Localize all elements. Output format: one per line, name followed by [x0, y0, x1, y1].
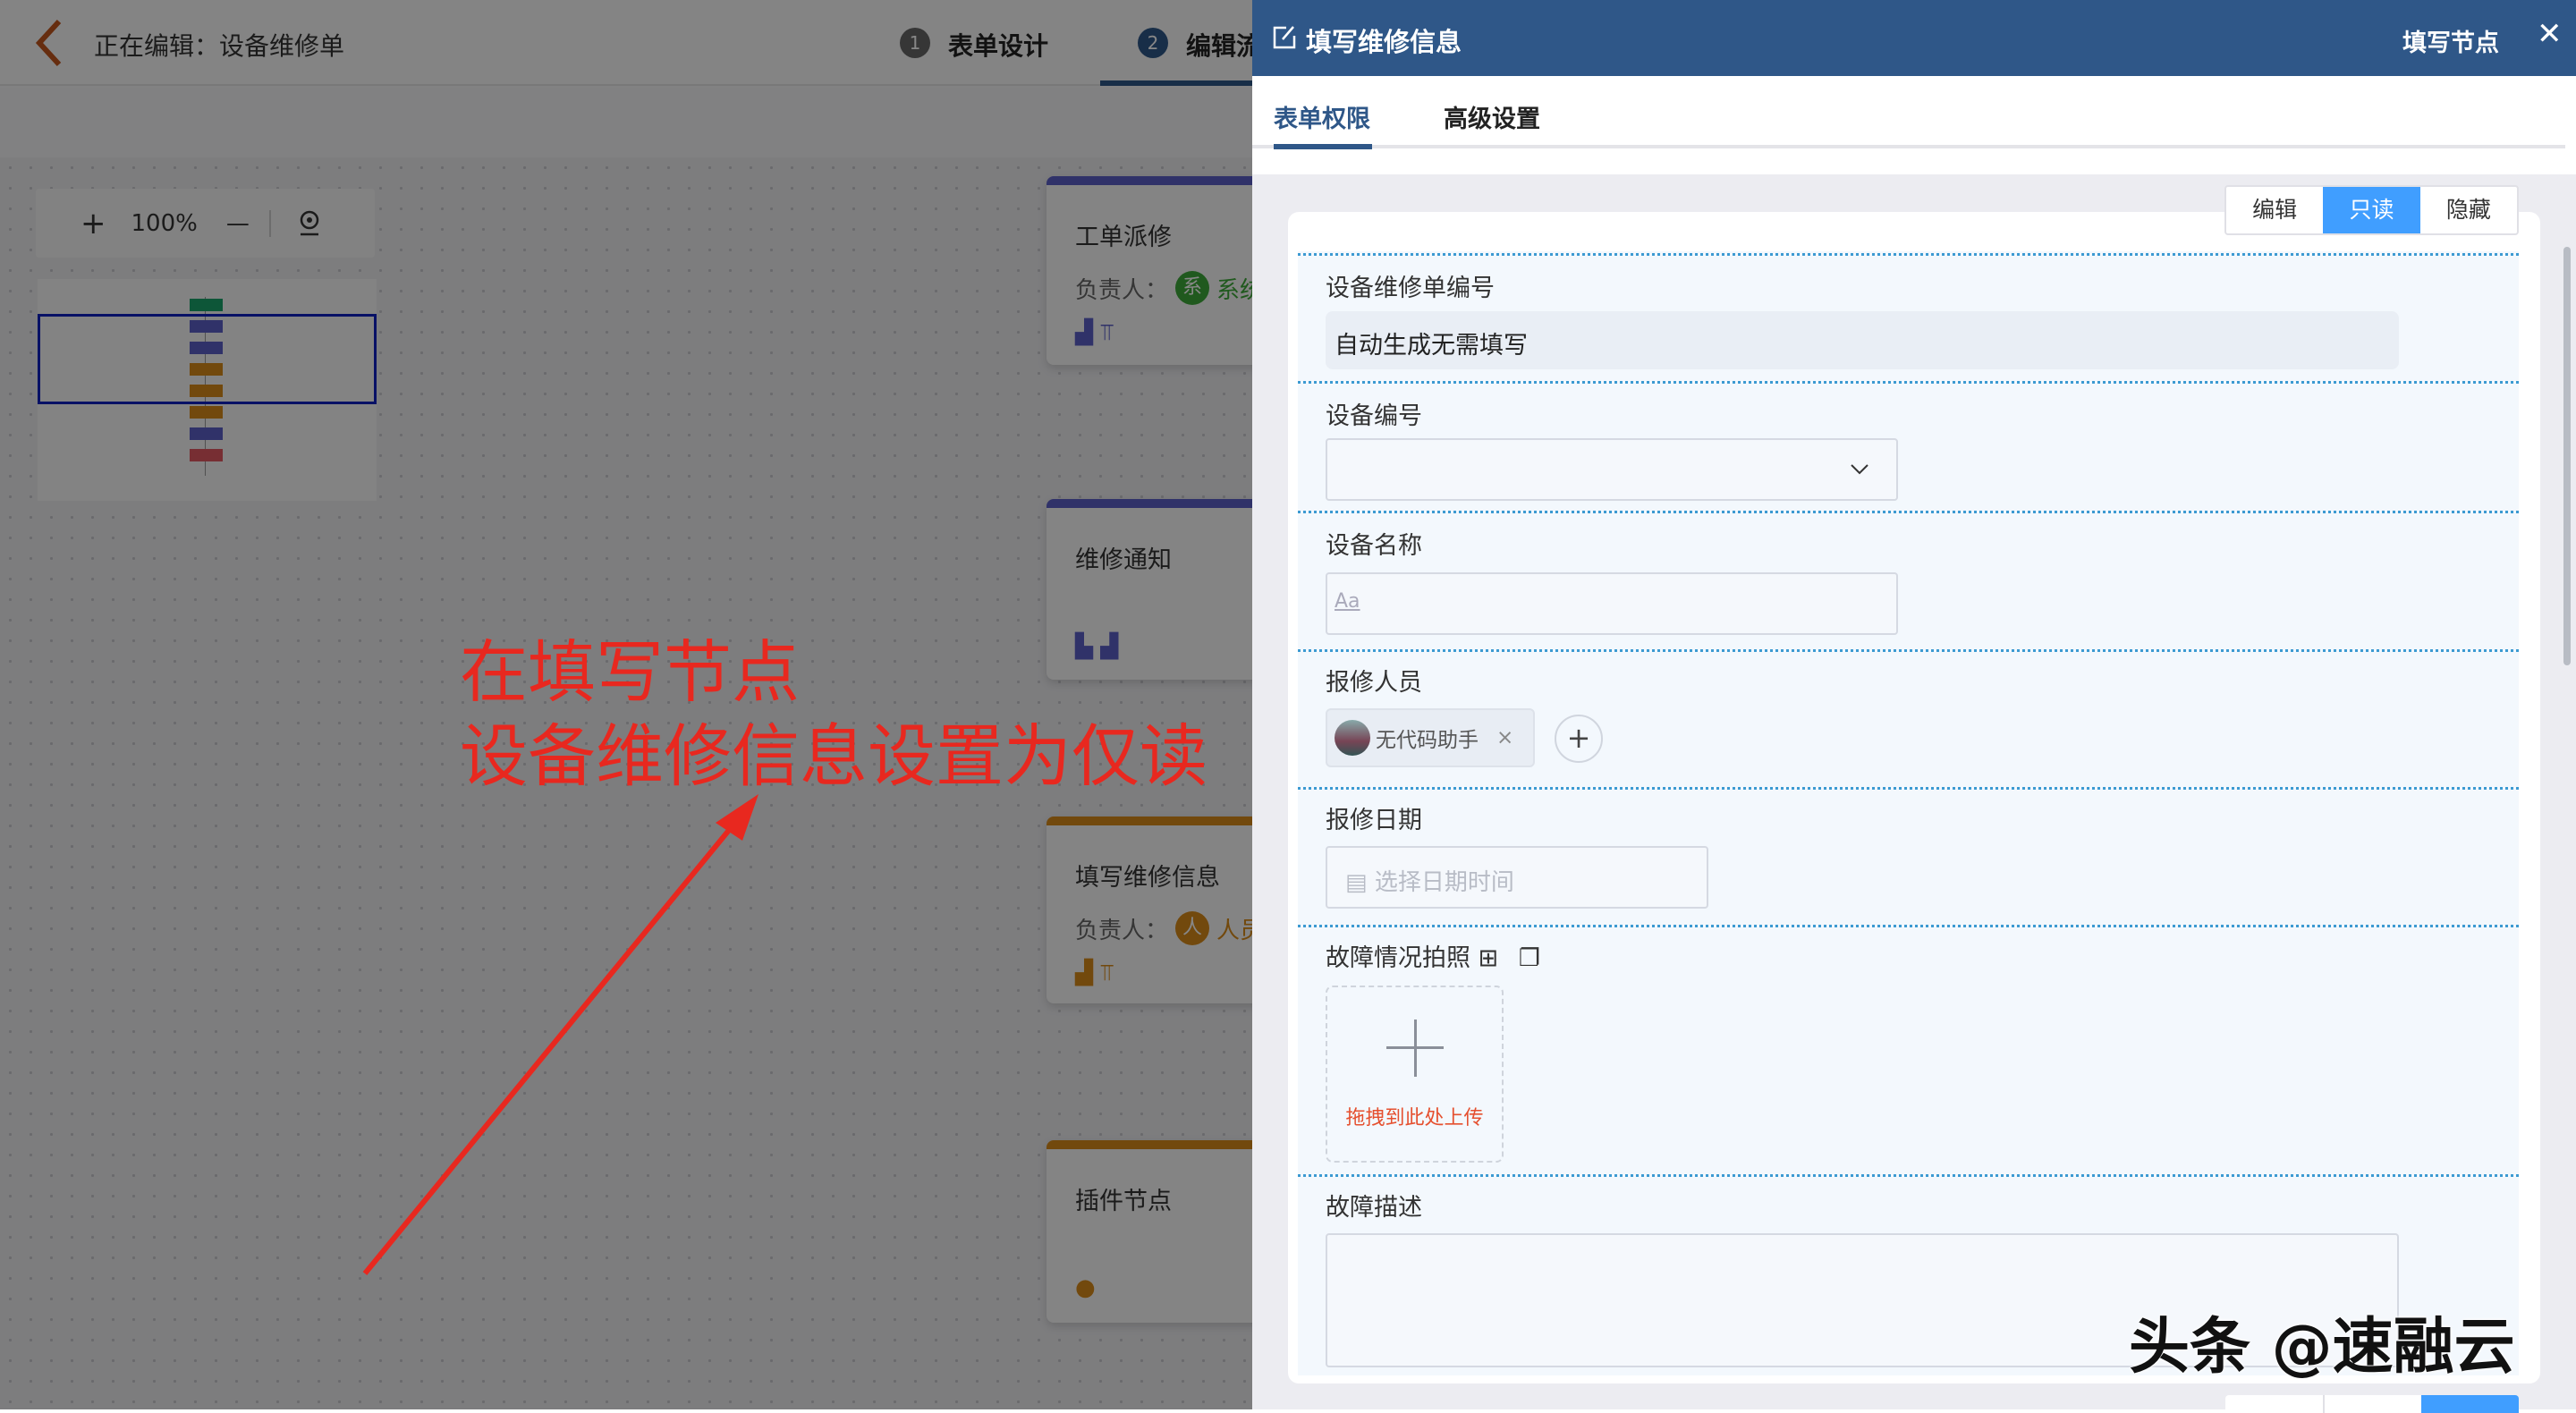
qr-code-icon[interactable]: ⊞ [1479, 944, 1499, 972]
node-type-label: 填写节点 [2402, 23, 2499, 58]
avatar [1335, 720, 1370, 756]
panel-title: 填写维修信息 [1306, 21, 1462, 59]
input-placeholder: Aa [1335, 590, 1360, 613]
close-icon[interactable]: ✕ [2537, 16, 2563, 52]
field-row: 报修人员 无代码助手 × + [1298, 649, 2519, 787]
permission-edit[interactable]: 编辑 [2226, 187, 2323, 233]
field-label: 故障描述 [1326, 1188, 1422, 1223]
edit-icon [1272, 25, 1297, 50]
field-row: 设备编号 [1298, 381, 2519, 511]
date-picker[interactable]: ▤ 选择日期时间 [1326, 846, 1708, 909]
field-label: 故障情况拍照 ⊞ ❐ [1326, 938, 1540, 973]
calendar-icon: ▤ [1345, 869, 1375, 896]
chevron-down-icon [1850, 463, 1869, 476]
node-settings-panel: 填写维修信息 填写节点 ✕ 表单权限 高级设置 设备维修单编号 自动生成无需填写… [1252, 0, 2576, 1409]
scrollbar[interactable] [2563, 247, 2571, 665]
field-row: 设备名称 Aa [1298, 511, 2519, 649]
remove-icon[interactable]: × [1496, 726, 1513, 749]
tab-form-permissions[interactable]: 表单权限 [1274, 99, 1370, 134]
user-chip[interactable]: 无代码助手 × [1326, 708, 1535, 767]
tab-advanced-settings[interactable]: 高级设置 [1444, 99, 1540, 134]
form-permissions-card: 设备维修单编号 自动生成无需填写 设备编号 设备名称 Aa 报修人员 无代码助手… [1288, 212, 2540, 1383]
flow-editor: 正在编辑：设备维修单 1 表单设计 2 编辑流 + 100% — 工单派修 负责… [0, 0, 1252, 1409]
equipment-name-input[interactable]: Aa [1326, 572, 1898, 635]
field-label: 设备维修单编号 [1326, 268, 1495, 303]
permission-readonly[interactable]: 只读 [2323, 187, 2419, 233]
equipment-number-select[interactable] [1326, 438, 1898, 501]
chip-label: 无代码助手 [1376, 723, 1479, 753]
upload-hint: 拖拽到此处上传 [1327, 1102, 1502, 1130]
field-label: 设备名称 [1326, 526, 1422, 561]
panel-tabs: 表单权限 高级设置 [1252, 76, 2576, 174]
copy-icon[interactable]: ❐ [1519, 944, 1540, 972]
input-placeholder: 选择日期时间 [1375, 869, 1514, 896]
watermark: 头条 @速融云 [2129, 1297, 2515, 1385]
field-label: 报修日期 [1326, 800, 1422, 835]
permission-toggle: 编辑 只读 隐藏 [2224, 185, 2519, 235]
permission-hide[interactable]: 隐藏 [2420, 187, 2517, 233]
upload-dropzone[interactable]: 拖拽到此处上传 [1326, 986, 1504, 1163]
field-label: 报修人员 [1326, 663, 1422, 698]
field-row: 故障情况拍照 ⊞ ❐ 拖拽到此处上传 [1298, 925, 2519, 1174]
field-row: 报修日期 ▤ 选择日期时间 [1298, 787, 2519, 925]
annotation-arrow-icon [0, 0, 1252, 1409]
active-tab-indicator [1274, 144, 1372, 149]
field-row: 设备维修单编号 自动生成无需填写 [1298, 253, 2519, 381]
next-permission-toggle[interactable] [2225, 1395, 2519, 1413]
field-label: 设备编号 [1326, 396, 1422, 431]
auto-number-field: 自动生成无需填写 [1326, 311, 2399, 369]
panel-header: 填写维修信息 填写节点 ✕ [1252, 0, 2576, 76]
add-user-button[interactable]: + [1555, 715, 1603, 763]
